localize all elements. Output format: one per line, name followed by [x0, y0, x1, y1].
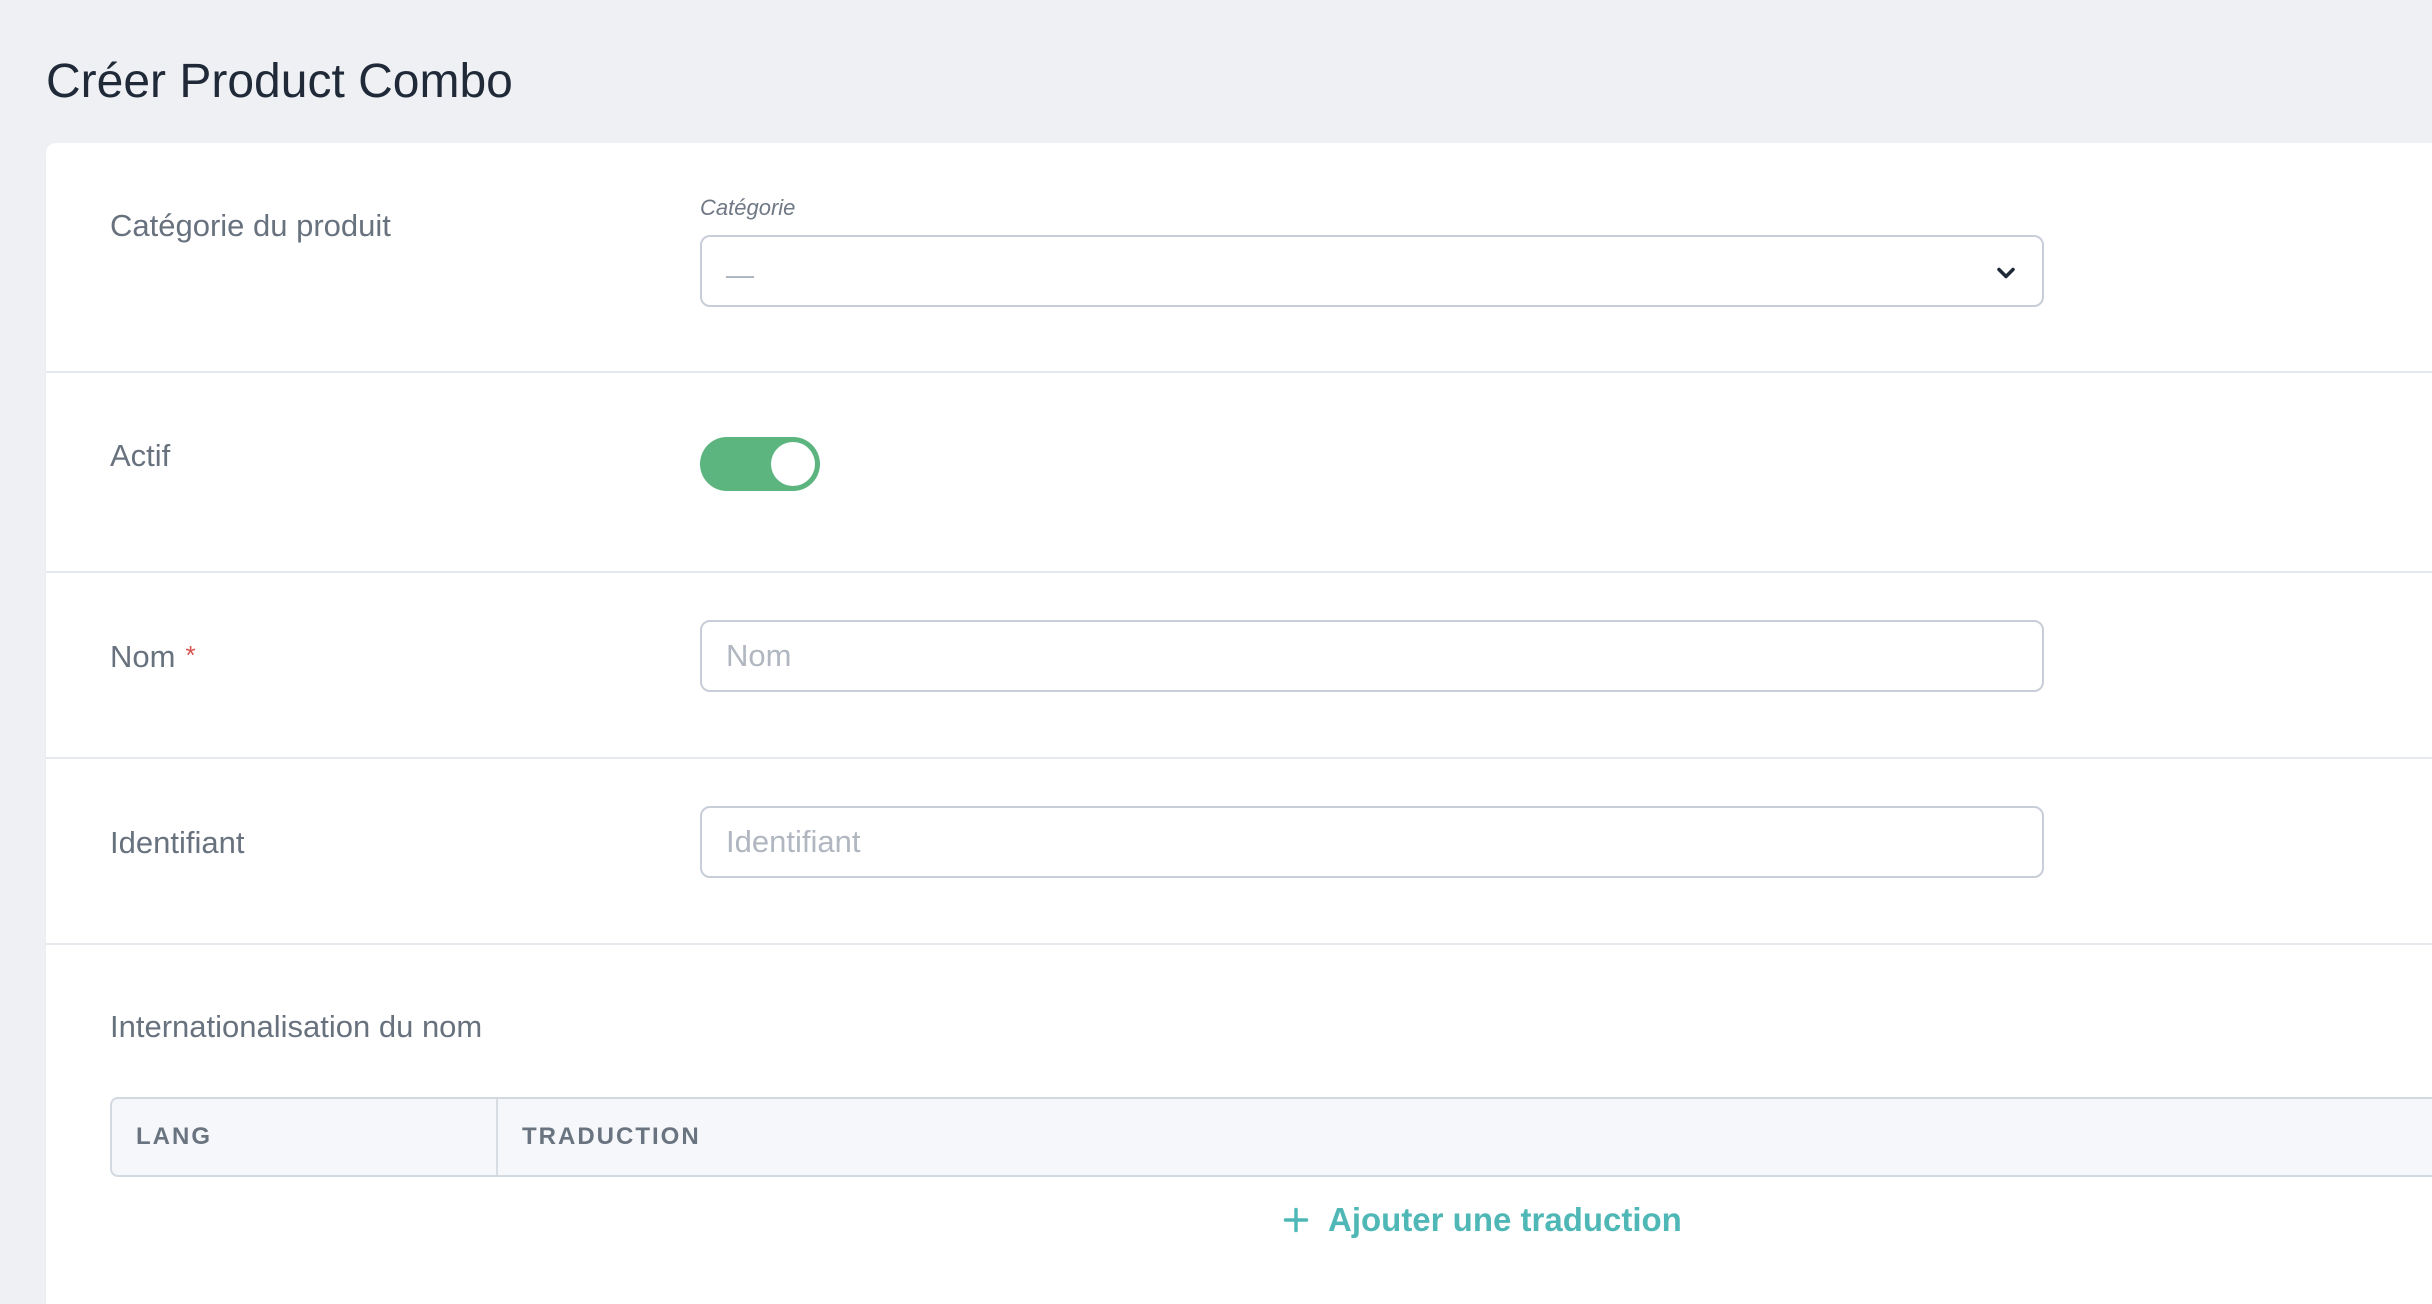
category-row: Catégorie du produit Catégorie —	[46, 143, 2432, 373]
identifier-input[interactable]	[700, 806, 2044, 878]
active-row: Actif	[46, 373, 2432, 573]
i18n-section-title: Internationalisation du nom	[110, 1009, 483, 1044]
identifier-row: Identifiant	[46, 759, 2432, 945]
column-header-translation: Traduction	[522, 1123, 701, 1150]
page-title: Créer Product Combo	[46, 55, 513, 108]
form-card: Catégorie du produit Catégorie — Actif N…	[46, 143, 2432, 1304]
identifier-label: Identifiant	[110, 825, 245, 860]
name-row: Nom *	[46, 573, 2432, 759]
chevron-down-icon	[1997, 267, 2015, 279]
category-caption: Catégorie	[700, 195, 796, 220]
toggle-knob	[771, 442, 815, 486]
add-translation-button[interactable]: Ajouter une traduction	[1282, 1201, 1682, 1239]
category-label: Catégorie du produit	[110, 208, 391, 243]
category-select-value: —	[726, 259, 754, 290]
required-indicator: *	[185, 640, 196, 670]
active-label: Actif	[110, 438, 171, 473]
name-i18n-section: Internationalisation du nom Lang Traduct…	[46, 945, 2432, 1304]
name-input[interactable]	[700, 620, 2044, 692]
active-toggle[interactable]	[700, 437, 820, 491]
column-header-lang: Lang	[136, 1123, 212, 1150]
column-divider	[496, 1099, 498, 1175]
name-label: Nom *	[110, 641, 196, 672]
category-select[interactable]: —	[700, 235, 2044, 307]
add-translation-label: Ajouter une traduction	[1328, 1201, 1682, 1238]
translations-table-header: Lang Traduction	[110, 1097, 2432, 1177]
plus-icon	[1283, 1207, 1309, 1233]
name-label-text: Nom	[110, 639, 176, 674]
